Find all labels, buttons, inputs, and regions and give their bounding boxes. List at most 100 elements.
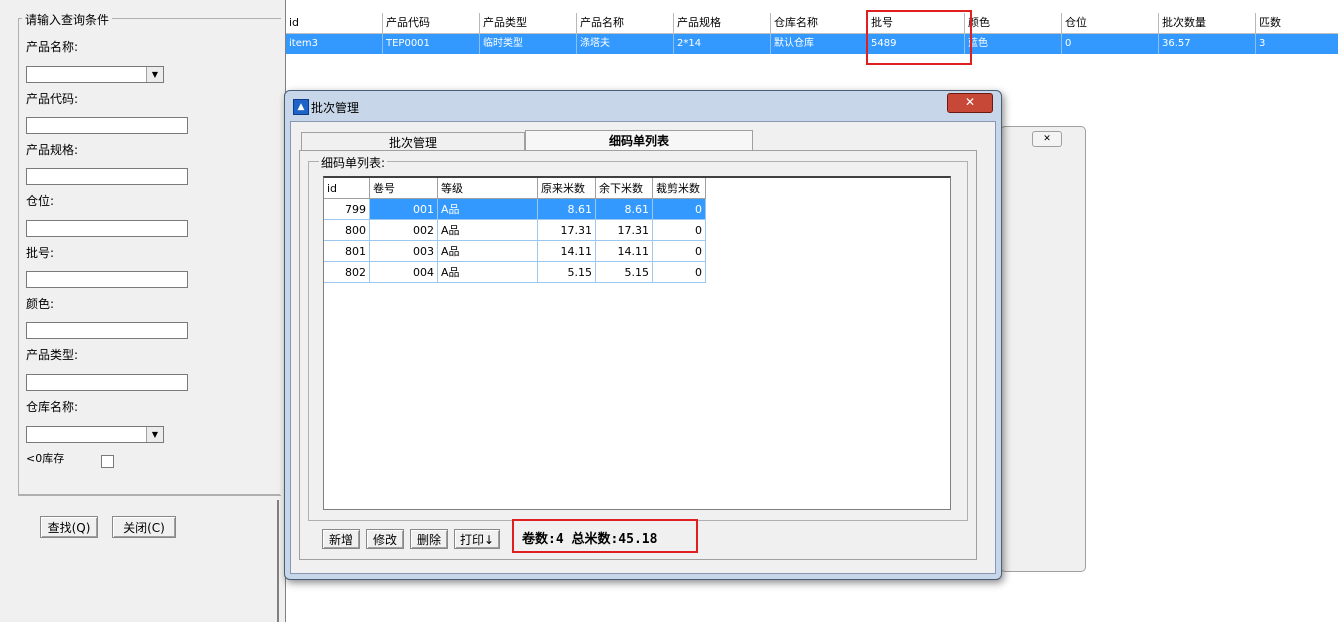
batch-dialog: ▲ 批次管理 ✕ 批次管理 细码单列表 细码单列表: id 卷号 等级 原来米数… — [284, 90, 1002, 580]
column-header[interactable]: id — [286, 13, 383, 33]
column-header[interactable]: 产品规格 — [674, 13, 771, 33]
table-cell[interactable]: A品 — [438, 241, 538, 262]
table-cell[interactable]: 36.57 — [1159, 34, 1256, 54]
color-label: 颜色: — [26, 297, 55, 311]
background-dialog — [1000, 126, 1086, 572]
table-row[interactable]: 799 001 A品 8.61 8.61 0 — [324, 199, 706, 220]
summary-text: 卷数:4 总米数:45.18 — [522, 532, 658, 547]
table-cell[interactable]: 5.15 — [596, 262, 653, 283]
detail-groupbox: 细码单列表: id 卷号 等级 原来米数 余下米数 裁剪米数 799 001 A… — [308, 154, 968, 521]
location-input[interactable] — [26, 220, 188, 237]
table-cell[interactable]: 3 — [1256, 34, 1338, 54]
column-header[interactable]: 裁剪米数 — [653, 178, 706, 199]
print-button[interactable]: 打印↓ — [454, 529, 500, 549]
query-legend: 请输入查询条件 — [22, 11, 113, 28]
batch-no-label: 批号: — [26, 246, 55, 260]
column-header[interactable]: 原来米数 — [538, 178, 596, 199]
delete-button[interactable]: 删除 — [410, 529, 448, 549]
product-spec-label: 产品规格: — [26, 143, 79, 157]
product-code-input[interactable] — [26, 117, 188, 134]
table-cell[interactable]: 17.31 — [596, 220, 653, 241]
group-legend: 细码单列表: — [319, 154, 388, 171]
close-button[interactable]: 关闭(C) — [112, 516, 176, 538]
table-cell[interactable]: 001 — [370, 199, 438, 220]
table-cell[interactable]: 802 — [324, 262, 370, 283]
column-header[interactable]: id — [324, 178, 370, 199]
table-cell[interactable]: 799 — [324, 199, 370, 220]
table-cell[interactable]: A品 — [438, 199, 538, 220]
panel-divider — [18, 494, 280, 495]
table-cell[interactable]: 涤塔夫 — [577, 34, 674, 54]
product-type-input[interactable] — [26, 374, 188, 391]
column-header[interactable]: 产品名称 — [577, 13, 674, 33]
table-cell[interactable]: 003 — [370, 241, 438, 262]
table-cell[interactable]: 004 — [370, 262, 438, 283]
panel-splitter[interactable] — [277, 500, 279, 622]
tab-panel: 细码单列表: id 卷号 等级 原来米数 余下米数 裁剪米数 799 001 A… — [299, 150, 977, 560]
table-row[interactable]: item3 TEP0001 临时类型 涤塔夫 2*14 默认仓库 5489 蓝色… — [286, 34, 1338, 54]
close-icon[interactable]: ✕ — [1032, 131, 1062, 147]
location-label: 仓位: — [26, 194, 55, 208]
warehouse-name-select[interactable]: ▼ — [26, 426, 164, 443]
product-name-label: 产品名称: — [26, 40, 79, 54]
table-cell[interactable]: 蓝色 — [965, 34, 1062, 54]
table-cell[interactable]: 8.61 — [596, 199, 653, 220]
app-icon: ▲ — [293, 99, 309, 115]
table-cell[interactable]: 0 — [653, 262, 706, 283]
search-button[interactable]: 查找(Q) — [40, 516, 98, 538]
table-cell[interactable]: 默认仓库 — [771, 34, 868, 54]
tab-detail-list[interactable]: 细码单列表 — [525, 130, 753, 150]
table-cell[interactable]: 14.11 — [538, 241, 596, 262]
dialog-client: 批次管理 细码单列表 细码单列表: id 卷号 等级 原来米数 余下米数 裁剪米… — [290, 121, 996, 574]
table-cell[interactable]: 5.15 — [538, 262, 596, 283]
product-code-label: 产品代码: — [26, 92, 79, 106]
table-cell[interactable]: 2*14 — [674, 34, 771, 54]
table-cell[interactable]: 0 — [653, 241, 706, 262]
column-header[interactable]: 颜色 — [965, 13, 1062, 33]
main-grid-header: id 产品代码 产品类型 产品名称 产品规格 仓库名称 批号 颜色 仓位 批次数… — [286, 13, 1338, 34]
table-cell[interactable]: 17.31 — [538, 220, 596, 241]
column-header[interactable]: 卷号 — [370, 178, 438, 199]
table-cell[interactable]: 0 — [653, 199, 706, 220]
column-header[interactable]: 仓位 — [1062, 13, 1159, 33]
table-cell[interactable]: 801 — [324, 241, 370, 262]
table-cell[interactable]: item3 — [286, 34, 383, 54]
table-cell[interactable]: A品 — [438, 220, 538, 241]
edit-button[interactable]: 修改 — [366, 529, 404, 549]
column-header[interactable]: 仓库名称 — [771, 13, 868, 33]
chevron-down-icon[interactable]: ▼ — [146, 427, 163, 442]
column-header[interactable]: 产品类型 — [480, 13, 577, 33]
table-cell[interactable]: 14.11 — [596, 241, 653, 262]
splitter-handle[interactable] — [277, 10, 285, 14]
table-cell[interactable]: 8.61 — [538, 199, 596, 220]
table-row[interactable]: 802 004 A品 5.15 5.15 0 — [324, 262, 706, 283]
tab-batch-management[interactable]: 批次管理 — [301, 132, 525, 150]
table-cell[interactable]: 0 — [653, 220, 706, 241]
column-header[interactable]: 匹数 — [1256, 13, 1338, 33]
product-type-label: 产品类型: — [26, 348, 79, 362]
table-cell[interactable]: 800 — [324, 220, 370, 241]
batch-no-input[interactable] — [26, 271, 188, 288]
column-header[interactable]: 等级 — [438, 178, 538, 199]
zero-stock-checkbox[interactable] — [101, 455, 114, 468]
batch-column-highlight — [866, 10, 972, 65]
zero-stock-label: <0库存 — [26, 452, 65, 465]
table-cell[interactable]: 0 — [1062, 34, 1159, 54]
table-cell[interactable]: A品 — [438, 262, 538, 283]
table-row[interactable]: 801 003 A品 14.11 14.11 0 — [324, 241, 706, 262]
column-header[interactable]: 余下米数 — [596, 178, 653, 199]
dialog-close-button[interactable]: ✕ — [947, 93, 993, 113]
chevron-down-icon[interactable]: ▼ — [146, 67, 163, 82]
product-name-select[interactable]: ▼ — [26, 66, 164, 83]
table-cell[interactable]: TEP0001 — [383, 34, 480, 54]
add-button[interactable]: 新增 — [322, 529, 360, 549]
query-panel: 请输入查询条件 产品名称: ▼ 产品代码: 产品规格: 仓位: 批号: 颜色: … — [0, 0, 285, 622]
table-row[interactable]: 800 002 A品 17.31 17.31 0 — [324, 220, 706, 241]
column-header[interactable]: 产品代码 — [383, 13, 480, 33]
product-spec-input[interactable] — [26, 168, 188, 185]
warehouse-name-label: 仓库名称: — [26, 400, 79, 414]
table-cell[interactable]: 002 — [370, 220, 438, 241]
column-header[interactable]: 批次数量 — [1159, 13, 1256, 33]
color-input[interactable] — [26, 322, 188, 339]
table-cell[interactable]: 临时类型 — [480, 34, 577, 54]
